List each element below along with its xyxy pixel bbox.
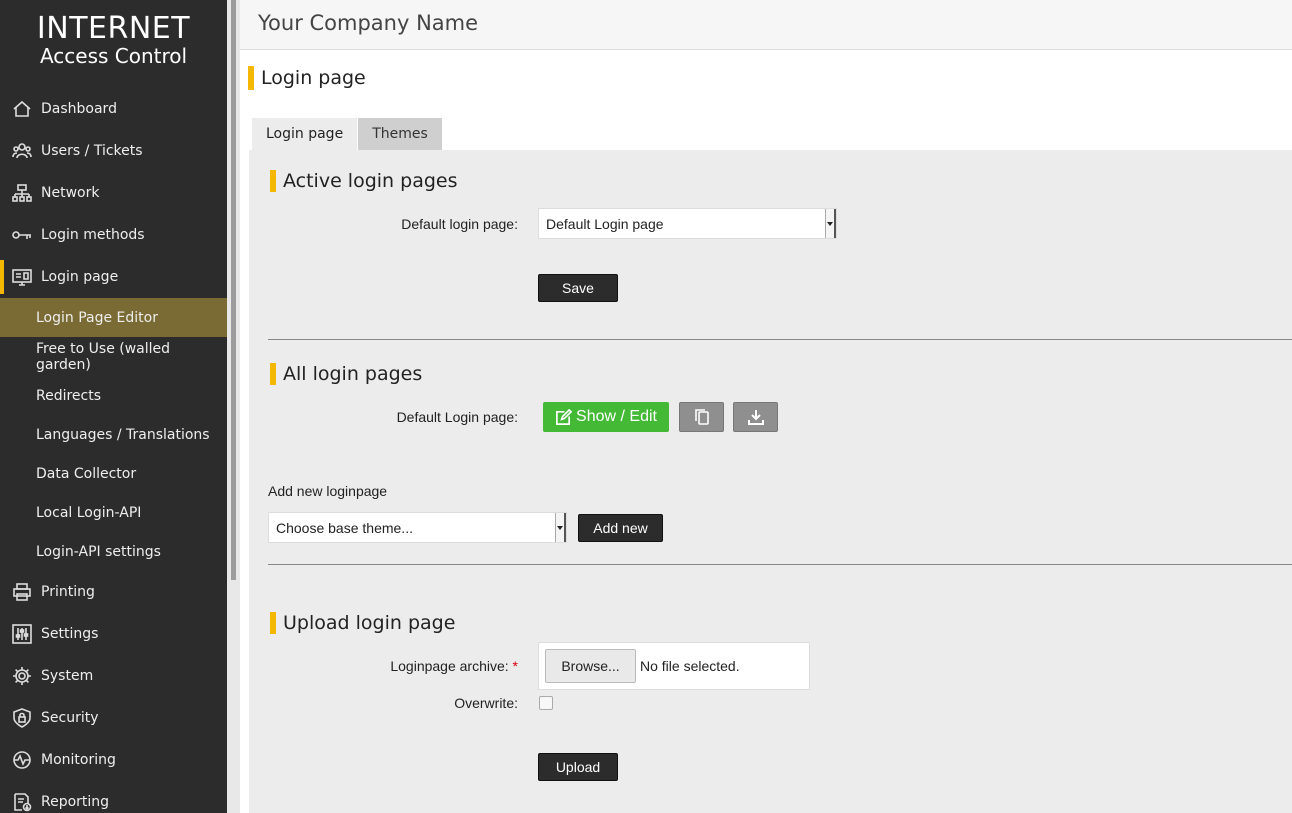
sidebar-subitem-label: Login Page Editor bbox=[36, 309, 158, 326]
network-icon bbox=[12, 183, 32, 203]
upload-button[interactable]: Upload bbox=[538, 753, 618, 781]
brand-line2: Access Control bbox=[39, 44, 188, 68]
sidebar-item-reporting[interactable]: Reporting bbox=[0, 781, 227, 813]
default-login-page-value: Default Login page bbox=[546, 215, 664, 232]
gear-icon bbox=[12, 666, 32, 686]
add-new-loginpage-label: Add new loginpage bbox=[268, 483, 388, 499]
sliders-icon bbox=[12, 624, 32, 644]
login-page-row-label: Default Login page: bbox=[396, 409, 518, 425]
base-theme-value: Choose base theme... bbox=[276, 519, 413, 536]
sidebar-item-settings[interactable]: Settings bbox=[0, 613, 227, 655]
sidebar-item-network[interactable]: Network bbox=[0, 172, 227, 214]
shield-lock-icon bbox=[12, 708, 32, 728]
sidebar-item-label: Settings bbox=[41, 626, 99, 642]
sidebar-item-label: Login methods bbox=[41, 227, 145, 243]
file-input[interactable]: Browse... No file selected. bbox=[538, 642, 810, 690]
users-icon bbox=[12, 141, 32, 161]
overwrite-label: Overwrite: bbox=[454, 695, 518, 711]
sidebar-item-security[interactable]: Security bbox=[0, 697, 227, 739]
sidebar-item-users-tickets[interactable]: Users / Tickets bbox=[0, 130, 227, 172]
pulse-icon bbox=[12, 750, 32, 770]
sidebar-subitem-data-collector[interactable]: Data Collector bbox=[0, 454, 227, 493]
loginpage-archive-text: Loginpage archive: bbox=[390, 658, 509, 674]
download-icon bbox=[747, 408, 765, 426]
save-button[interactable]: Save bbox=[538, 274, 618, 302]
show-edit-label: Show / Edit bbox=[576, 408, 657, 425]
company-name: Your Company Name bbox=[258, 11, 479, 35]
sidebar-item-label: Users / Tickets bbox=[41, 143, 143, 159]
sidebar-item-label: System bbox=[41, 668, 94, 684]
monitor-icon bbox=[12, 267, 32, 287]
sidebar-item-dashboard[interactable]: Dashboard bbox=[0, 88, 227, 130]
default-login-page-select[interactable]: Default Login page bbox=[538, 208, 837, 239]
file-status: No file selected. bbox=[640, 658, 740, 674]
copy-button[interactable] bbox=[679, 402, 724, 432]
sidebar-subitem-label: Redirects bbox=[36, 387, 102, 404]
sidebar-item-login-methods[interactable]: Login methods bbox=[0, 214, 227, 256]
copy-icon bbox=[693, 408, 711, 426]
sidebar: INTERNET Access Control Dashboard Users … bbox=[0, 0, 227, 813]
sidebar-item-label: Login page bbox=[41, 269, 119, 285]
sidebar-subitem-languages[interactable]: Languages / Translations bbox=[0, 415, 227, 454]
divider bbox=[268, 564, 1292, 565]
tab-themes[interactable]: Themes bbox=[358, 118, 442, 150]
sidebar-subitem-label: Free to Use (walled garden) bbox=[36, 340, 171, 373]
loginpage-archive-label: Loginpage archive: * bbox=[300, 658, 518, 674]
sidebar-item-printing[interactable]: Printing bbox=[0, 571, 227, 613]
section-title-all: All login pages bbox=[270, 363, 422, 385]
sidebar-item-label: Dashboard bbox=[41, 101, 117, 117]
tab-bar: Login page Themes bbox=[252, 118, 442, 150]
sidebar-item-label: Printing bbox=[41, 584, 95, 600]
sidebar-subitem-label: Login-API settings bbox=[36, 543, 161, 560]
brand-line1: INTERNET bbox=[36, 11, 191, 46]
required-marker: * bbox=[512, 658, 518, 674]
chevron-down-icon bbox=[825, 209, 836, 238]
sidebar-item-label: Reporting bbox=[41, 794, 110, 810]
section-title-active: Active login pages bbox=[270, 170, 458, 192]
edit-icon bbox=[555, 408, 573, 426]
browse-button[interactable]: Browse... bbox=[545, 649, 636, 683]
sidebar-subitem-label: Data Collector bbox=[36, 465, 137, 482]
top-bar: Your Company Name bbox=[240, 0, 1292, 50]
sidebar-item-label: Monitoring bbox=[41, 752, 116, 768]
sidebar-item-system[interactable]: System bbox=[0, 655, 227, 697]
sidebar-subitem-local-login-api[interactable]: Local Login-API bbox=[0, 493, 227, 532]
key-icon bbox=[12, 225, 32, 245]
sidebar-item-label: Security bbox=[41, 710, 99, 726]
sidebar-item-label: Network bbox=[41, 185, 100, 201]
sidebar-subitem-login-page-editor[interactable]: Login Page Editor bbox=[0, 298, 227, 337]
sidebar-subitem-label: Local Login-API bbox=[36, 504, 142, 521]
sidebar-subitem-label: Languages / Translations bbox=[36, 426, 210, 443]
sidebar-item-monitoring[interactable]: Monitoring bbox=[0, 739, 227, 781]
sidebar-subitem-login-api-settings[interactable]: Login-API settings bbox=[0, 532, 227, 571]
home-icon bbox=[12, 99, 32, 119]
add-new-button[interactable]: Add new bbox=[578, 514, 663, 542]
chevron-down-icon bbox=[555, 513, 566, 542]
section-title-upload: Upload login page bbox=[270, 612, 455, 634]
sidebar-subitem-walled-garden[interactable]: Free to Use (walled garden) bbox=[0, 337, 227, 376]
brand-logo: INTERNET Access Control bbox=[0, 0, 227, 88]
sidebar-scrollbar[interactable] bbox=[231, 0, 236, 580]
default-login-page-label: Default login page: bbox=[401, 216, 518, 232]
page-title: Login page bbox=[248, 66, 366, 90]
content-panel bbox=[249, 150, 1292, 813]
overwrite-checkbox[interactable] bbox=[539, 696, 553, 710]
sidebar-item-login-page[interactable]: Login page bbox=[0, 256, 227, 298]
divider bbox=[268, 339, 1292, 340]
tab-login-page[interactable]: Login page bbox=[252, 118, 358, 150]
show-edit-button[interactable]: Show / Edit bbox=[543, 402, 669, 432]
printer-icon bbox=[12, 582, 32, 602]
base-theme-select[interactable]: Choose base theme... bbox=[268, 512, 567, 543]
sidebar-subitem-redirects[interactable]: Redirects bbox=[0, 376, 227, 415]
report-icon bbox=[12, 792, 32, 812]
download-button[interactable] bbox=[733, 402, 778, 432]
